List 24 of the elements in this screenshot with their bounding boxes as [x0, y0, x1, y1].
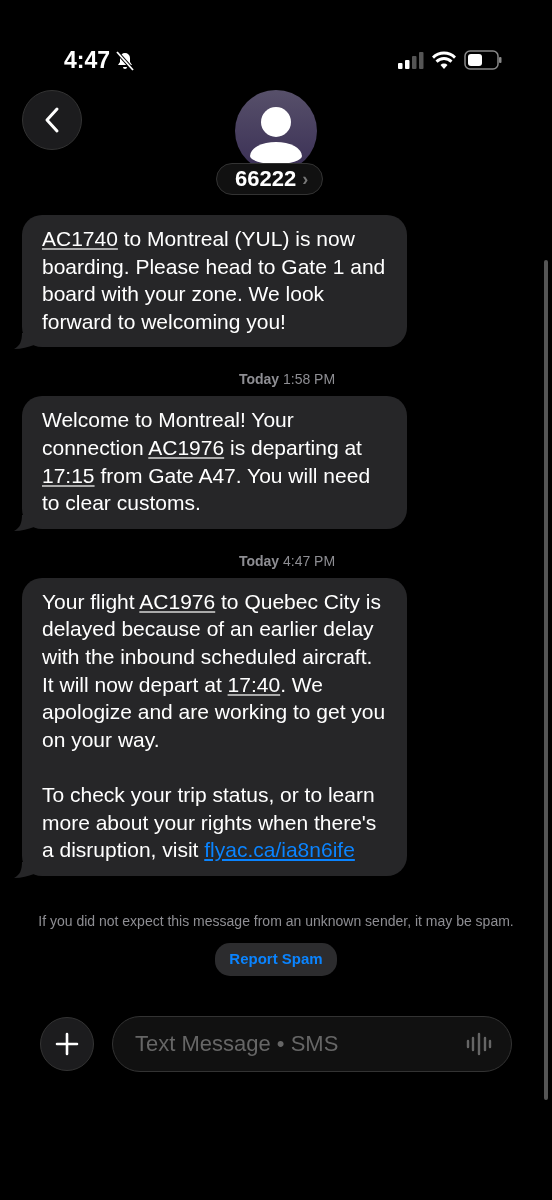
message-text: AC1740 to Montreal (YUL) is now boarding. Please head to Gate 1 and board with your zone. We look forward to welcoming you!: [42, 226, 387, 335]
wifi-icon: [432, 51, 456, 69]
spam-warning: If you did not expect this message from an unknown sender, it may be spam.: [37, 911, 515, 931]
web-link[interactable]: flyac.ca/ia8n6ife: [204, 838, 355, 862]
contact-name-button[interactable]: 66222 ›: [216, 163, 324, 195]
message-text: Your flight AC1976 to Quebec City is delayed because of an earlier delay with the inbound scheduled aircraft. It will now depart at 17:40. We apologize and are working to get you on your way.: [42, 588, 387, 753]
signal-icon: [398, 51, 424, 69]
detected-link[interactable]: 17:40: [227, 672, 281, 696]
detected-link[interactable]: AC1740: [42, 227, 118, 250]
detected-link[interactable]: AC1976: [148, 435, 225, 459]
message-text: Welcome to Montreal! Your connection AC1976 is departing at 17:15 from Gate A47. You will need to clear customs.: [42, 407, 372, 517]
add-button[interactable]: [40, 1016, 94, 1071]
message-timestamp: Today 1:58 PM: [238, 370, 336, 390]
battery-icon: [464, 50, 502, 70]
back-icon[interactable]: [43, 106, 61, 134]
clock-time: 4:47: [64, 45, 111, 75]
audio-icon[interactable]: [466, 1031, 492, 1056]
detected-link[interactable]: 17:15: [42, 463, 95, 487]
plus-icon[interactable]: [55, 1031, 79, 1056]
message-timestamp: Today 4:47 PM: [238, 551, 336, 571]
report-spam-button[interactable]: Report Spam: [215, 943, 337, 976]
detected-link[interactable]: AC1976: [139, 589, 216, 613]
message-text: To check your trip status, or to learn more about your rights when there's a disruption, visit flyac.ca/ia8n6ife: [42, 781, 378, 864]
message-field[interactable]: Text Message • SMS: [112, 1015, 512, 1072]
